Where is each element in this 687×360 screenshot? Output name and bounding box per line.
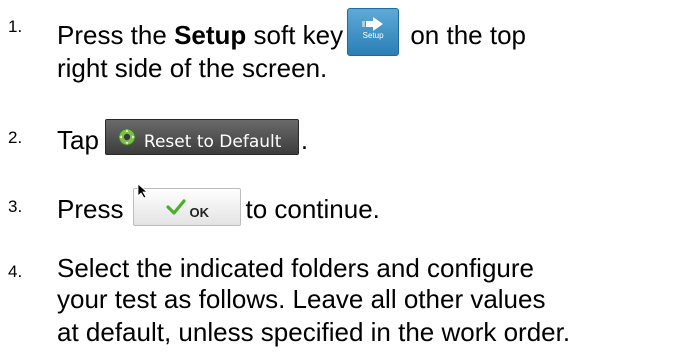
step-number: 3.	[8, 197, 23, 216]
ok-button-label: OK	[189, 205, 209, 220]
step-text-line3: at default, unless specified in the work…	[57, 317, 571, 347]
mouse-cursor-icon	[138, 183, 149, 199]
reset-gear-icon	[118, 128, 136, 146]
ok-button[interactable]: OK	[133, 183, 242, 226]
reset-button-label: Reset to Default	[143, 132, 282, 152]
step-text-line2: right side of the screen.	[57, 53, 328, 83]
step-text-part: Press	[57, 194, 124, 224]
step-number: 2.	[8, 128, 23, 147]
step-text-part: soft key	[246, 20, 344, 50]
setup-key-label: Setup	[362, 31, 384, 40]
step-number: 1.	[8, 17, 23, 36]
step-text-line1: Select the indicated folders and configu…	[57, 253, 534, 283]
step-text-part: on the top	[403, 20, 527, 50]
step-text-part: Tap	[57, 125, 99, 155]
step-number: 4.	[8, 262, 23, 281]
step-text-line2: your test as follows. Leave all other va…	[57, 284, 546, 314]
setup-soft-key[interactable]: Setup	[347, 8, 400, 56]
step-text-part: .	[300, 125, 309, 155]
setup-emphasis: Setup	[174, 20, 247, 50]
reset-to-default-button[interactable]: Reset to Default	[104, 119, 299, 155]
step-text-part: to continue.	[245, 194, 380, 224]
checkmark-icon	[166, 199, 187, 215]
step-text-part: Press the	[57, 20, 175, 50]
step-text: Press OK to continue.	[57, 183, 380, 226]
step-text: Press the Setup soft key Setup on the to…	[57, 8, 526, 56]
step-text: Tap Reset to Default .	[57, 119, 308, 155]
